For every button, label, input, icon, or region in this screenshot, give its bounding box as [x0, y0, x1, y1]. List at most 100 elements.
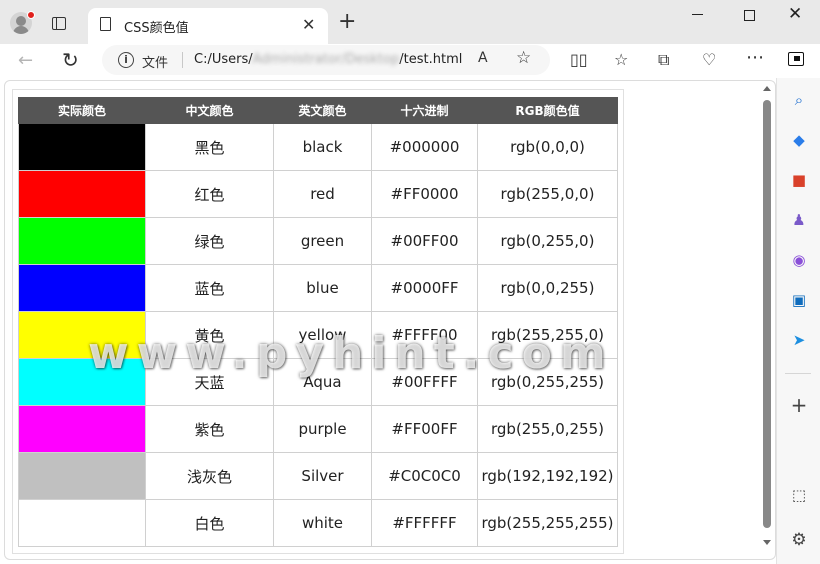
rgb-cell: rgb(255,0,255) — [477, 405, 618, 453]
rgb-cell: rgb(192,192,192) — [477, 452, 618, 500]
back-button[interactable]: ← — [18, 50, 33, 71]
table-row: 浅灰色 Silver #C0C0C0 rgb(192,192,192) — [18, 452, 618, 500]
rgb-cell: rgb(0,0,0) — [477, 123, 618, 171]
hex-cell: #FF00FF — [371, 405, 478, 453]
sidebar-divider — [785, 373, 811, 374]
chinese-name-cell: 白色 — [145, 499, 274, 547]
split-screen-icon[interactable]: ▯▯ — [570, 50, 588, 69]
address-divider — [182, 52, 183, 68]
new-tab-button[interactable]: + — [338, 11, 356, 33]
table-row: 黑色 black #000000 rgb(0,0,0) — [18, 123, 618, 171]
tab-close-icon[interactable]: ✕ — [302, 15, 315, 34]
hex-cell: #000000 — [371, 123, 478, 171]
english-name-cell: white — [273, 499, 372, 547]
rgb-cell: rgb(255,255,255) — [477, 499, 618, 547]
table-row: 蓝色 blue #0000FF rgb(0,0,255) — [18, 264, 618, 312]
office-icon[interactable]: ◉ — [789, 250, 809, 270]
page-icon — [100, 17, 111, 31]
hex-cell: #C0C0C0 — [371, 452, 478, 500]
notification-dot — [27, 11, 35, 19]
color-swatch — [18, 123, 146, 171]
address-bar[interactable]: i 文件 C:/Users/Administrator/Desktop/test… — [102, 45, 550, 75]
scroll-down-icon[interactable] — [763, 540, 771, 545]
table-row: 红色 red #FF0000 rgb(255,0,0) — [18, 170, 618, 218]
header-hex: 十六进制 — [371, 97, 478, 124]
url-blurred: Administrator/Desktop — [252, 52, 400, 67]
english-name-cell: Silver — [273, 452, 372, 500]
color-swatch — [18, 499, 146, 547]
table-row: 绿色 green #00FF00 rgb(0,255,0) — [18, 217, 618, 265]
favorite-icon[interactable]: ☆ — [516, 48, 531, 68]
url-prefix: C:/Users/ — [194, 52, 253, 67]
table-row: 紫色 purple #FF00FF rgb(255,0,255) — [18, 405, 618, 453]
browser-essentials-icon[interactable]: ♡ — [702, 50, 716, 69]
games-icon[interactable]: ♟ — [789, 210, 809, 230]
read-aloud-icon[interactable]: A — [478, 50, 488, 66]
sidebar-toggle-icon[interactable] — [788, 52, 804, 66]
header-chinese-name: 中文颜色 — [145, 97, 274, 124]
english-name-cell: black — [273, 123, 372, 171]
color-swatch — [18, 311, 146, 359]
info-icon[interactable]: i — [118, 52, 134, 68]
maximize-button[interactable] — [744, 10, 755, 21]
chinese-name-cell: 蓝色 — [145, 264, 274, 312]
tag-icon[interactable]: ◆ — [789, 130, 809, 150]
collections-icon[interactable]: ⧉ — [658, 50, 669, 70]
hex-cell: #FF0000 — [371, 170, 478, 218]
hex-cell: #FFFF00 — [371, 311, 478, 359]
english-name-cell: Aqua — [273, 358, 372, 406]
rgb-cell: rgb(0,255,0) — [477, 217, 618, 265]
color-swatch — [18, 170, 146, 218]
navigation-toolbar: ← ↻ i 文件 C:/Users/Administrator/Desktop/… — [0, 44, 820, 78]
hex-cell: #FFFFFF — [371, 499, 478, 547]
table-row: 白色 white #FFFFFF rgb(255,255,255) — [18, 499, 618, 547]
edge-sidebar: ⌕ ◆ ■ ♟ ◉ ▣ ➤ + ⬚ ⚙ — [776, 78, 820, 564]
vertical-scrollbar[interactable] — [760, 84, 774, 554]
color-swatch — [18, 405, 146, 453]
hex-cell: #00FF00 — [371, 217, 478, 265]
close-window-button[interactable]: ✕ — [788, 4, 802, 24]
english-name-cell: yellow — [273, 311, 372, 359]
scroll-thumb[interactable] — [763, 100, 771, 528]
header-actual-color: 实际颜色 — [18, 97, 146, 124]
add-icon[interactable]: + — [789, 395, 809, 415]
search-icon[interactable]: ⌕ — [789, 90, 809, 110]
chinese-name-cell: 红色 — [145, 170, 274, 218]
tab-css-colors[interactable]: CSS颜色值 ✕ — [88, 8, 328, 44]
tab-title: CSS颜色值 — [124, 21, 189, 36]
hex-cell: #00FFFF — [371, 358, 478, 406]
english-name-cell: purple — [273, 405, 372, 453]
chinese-name-cell: 绿色 — [145, 217, 274, 265]
english-name-cell: red — [273, 170, 372, 218]
chinese-name-cell: 天蓝 — [145, 358, 274, 406]
send-icon[interactable]: ➤ — [789, 330, 809, 350]
color-table: 实际颜色 中文颜色 英文颜色 十六进制 RGB颜色值 黑色 black #00000… — [18, 97, 618, 547]
avatar-body — [13, 26, 29, 34]
settings-icon[interactable]: ⚙ — [789, 530, 809, 550]
chinese-name-cell: 紫色 — [145, 405, 274, 453]
chinese-name-cell: 浅灰色 — [145, 452, 274, 500]
rgb-cell: rgb(255,0,0) — [477, 170, 618, 218]
scroll-up-icon[interactable] — [763, 86, 771, 91]
url-text[interactable]: C:/Users/Administrator/Desktop/test.html — [194, 52, 462, 67]
rgb-cell: rgb(255,255,0) — [477, 311, 618, 359]
outlook-icon[interactable]: ▣ — [789, 290, 809, 310]
minimize-button[interactable] — [692, 14, 703, 15]
tab-actions-icon[interactable] — [52, 17, 66, 30]
table-header-row: 实际颜色 中文颜色 英文颜色 十六进制 RGB颜色值 — [18, 97, 618, 124]
more-options-icon[interactable]: ⋯ — [746, 47, 764, 68]
rgb-cell: rgb(0,255,255) — [477, 358, 618, 406]
url-suffix: /test.html — [399, 52, 463, 67]
screenshot-icon[interactable]: ⬚ — [789, 485, 809, 505]
color-swatch — [18, 452, 146, 500]
color-swatch — [18, 358, 146, 406]
favorites-icon[interactable]: ☆ — [614, 50, 628, 69]
toolbox-icon[interactable]: ■ — [789, 170, 809, 190]
chinese-name-cell: 黄色 — [145, 311, 274, 359]
refresh-button[interactable]: ↻ — [62, 48, 79, 72]
english-name-cell: blue — [273, 264, 372, 312]
header-rgb: RGB颜色值 — [477, 97, 618, 124]
hex-cell: #0000FF — [371, 264, 478, 312]
file-label: 文件 — [142, 56, 169, 71]
table-body: 黑色 black #000000 rgb(0,0,0) 红色 red #FF0000 rgb(… — [18, 123, 618, 547]
